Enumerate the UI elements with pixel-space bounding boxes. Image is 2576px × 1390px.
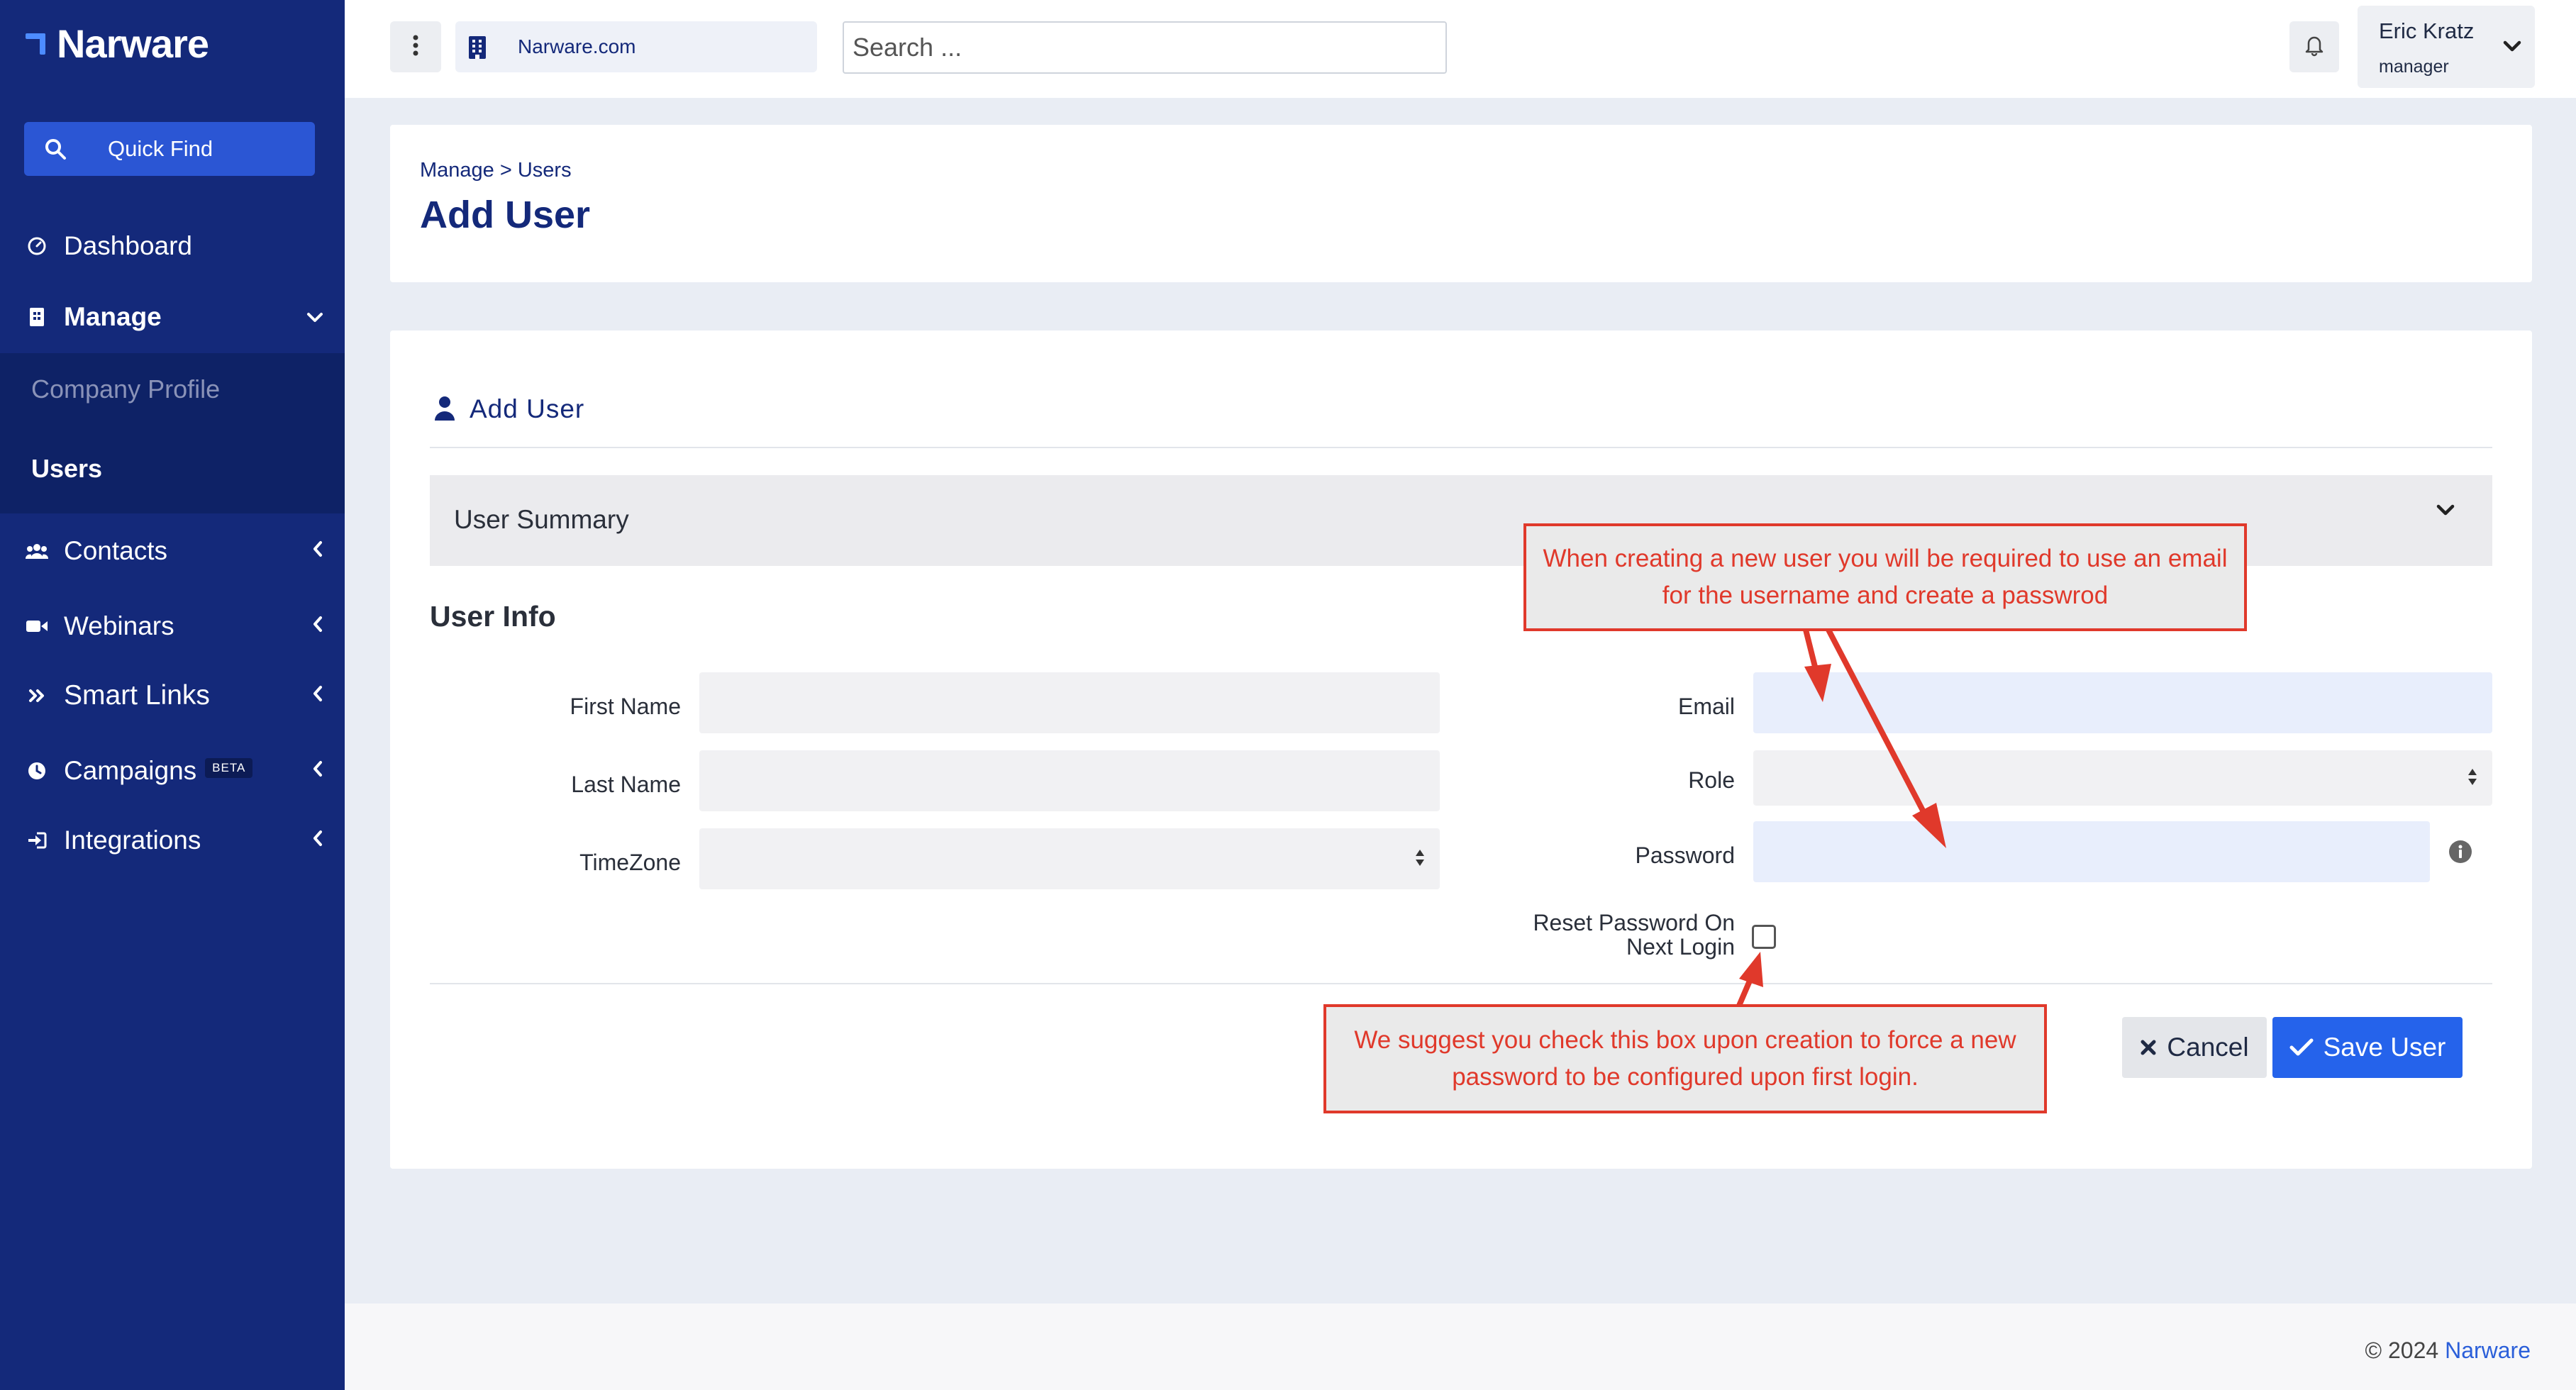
- role-select[interactable]: [1753, 750, 2492, 806]
- sidebar-item-campaigns[interactable]: Campaigns BETA: [0, 739, 345, 803]
- first-name-label: First Name: [570, 694, 681, 719]
- password-label: Password: [1635, 843, 1736, 868]
- quick-find-label: Quick Find: [108, 136, 213, 161]
- building-icon: [468, 35, 487, 63]
- sidebar-item-label: Dashboard: [64, 231, 193, 260]
- breadcrumb[interactable]: Manage > Users: [420, 159, 572, 182]
- page-header-card: Manage > Users Add User: [390, 125, 2532, 282]
- sidebar-item-label: Campaigns: [64, 756, 197, 785]
- divider: [430, 447, 2492, 448]
- timezone-label: TimeZone: [579, 850, 681, 875]
- email-field[interactable]: [1753, 672, 2492, 733]
- chevron-left-icon: [312, 539, 323, 563]
- search-input[interactable]: [843, 21, 1447, 74]
- dashboard-gauge-icon: [26, 235, 48, 257]
- user-name: Eric Kratz: [2379, 18, 2475, 43]
- email-label: Email: [1677, 694, 1735, 719]
- user-summary-label: User Summary: [454, 505, 629, 534]
- search-icon: [44, 138, 67, 166]
- role-label: Role: [1688, 767, 1735, 793]
- section-title: User Info: [430, 600, 556, 633]
- footer: © 2024 Narware: [345, 1303, 2576, 1390]
- reset-password-label: Reset Password On Next Login: [1533, 910, 1735, 960]
- logo[interactable]: Narware: [26, 18, 209, 68]
- annotation-callout-email: When creating a new user you will be req…: [1523, 523, 2247, 631]
- sidebar-item-label: Webinars: [64, 611, 174, 640]
- video-camera-icon: [26, 615, 48, 638]
- sidebar-item-contacts[interactable]: Contacts: [0, 519, 345, 583]
- sidebar-item-label: Smart Links: [64, 680, 210, 711]
- sidebar-item-label-wrap: Campaigns BETA: [64, 756, 253, 786]
- user-icon: [434, 396, 455, 428]
- chevron-left-icon: [312, 828, 323, 852]
- sidebar-item-company-profile[interactable]: Company Profile: [31, 374, 220, 404]
- user-menu[interactable]: Eric Kratz manager: [2358, 6, 2535, 88]
- page-title: Add User: [420, 194, 591, 236]
- quick-find-button[interactable]: Quick Find: [24, 122, 315, 176]
- checkmark-icon: [2289, 1038, 2314, 1057]
- beta-badge: BETA: [205, 758, 253, 779]
- chevron-down-icon: [2502, 40, 2522, 57]
- copyright: © 2024 Narware: [2365, 1338, 2531, 1364]
- footer-brand-link[interactable]: Narware: [2445, 1338, 2531, 1363]
- info-icon[interactable]: [2448, 840, 2472, 867]
- sidebar-item-users[interactable]: Users: [31, 454, 102, 484]
- last-name-field[interactable]: [699, 750, 1440, 811]
- select-caret-icon: [1414, 850, 1426, 869]
- users-group-icon: [26, 540, 48, 562]
- logo-text: Narware: [57, 21, 209, 66]
- sidebar: Narware Quick Find Dashboard Manage Comp…: [0, 0, 345, 1390]
- annotation-callout-checkbox: We suggest you check this box upon creat…: [1323, 1004, 2047, 1113]
- chevron-left-icon: [312, 614, 323, 638]
- sidebar-item-integrations[interactable]: Integrations: [0, 808, 345, 872]
- divider: [430, 983, 2492, 984]
- first-name-field[interactable]: [699, 672, 1440, 733]
- notifications-button[interactable]: [2289, 21, 2339, 72]
- sidebar-item-webinars[interactable]: Webinars: [0, 594, 345, 658]
- bell-icon: [2304, 34, 2324, 60]
- more-options-button[interactable]: [390, 21, 441, 72]
- timezone-select[interactable]: [699, 828, 1440, 889]
- card-title: Add User: [470, 394, 585, 423]
- manage-submenu: Company Profile Users: [0, 353, 345, 513]
- chevron-down-icon: [2436, 504, 2455, 521]
- topbar: Narware.com Eric Kratz manager: [345, 0, 2576, 98]
- sidebar-item-label: Integrations: [64, 825, 201, 855]
- user-role: manager: [2379, 57, 2449, 77]
- chevron-down-icon: [306, 305, 323, 329]
- save-user-button[interactable]: Save User: [2272, 1017, 2463, 1078]
- chevron-left-icon: [312, 684, 323, 708]
- kebab-icon: [412, 35, 419, 60]
- sidebar-item-label: Contacts: [64, 536, 168, 565]
- logo-mark-icon: [26, 29, 51, 57]
- password-field[interactable]: [1753, 821, 2430, 882]
- clock-icon: [26, 760, 48, 782]
- sidebar-item-label: Manage: [64, 302, 162, 331]
- building-icon: [26, 306, 48, 328]
- domain-selector[interactable]: Narware.com: [455, 21, 817, 72]
- cancel-button[interactable]: Cancel: [2122, 1017, 2267, 1078]
- select-caret-icon: [2467, 769, 2478, 789]
- sidebar-item-dashboard[interactable]: Dashboard: [0, 214, 345, 278]
- sign-in-icon: [26, 829, 48, 852]
- copyright-text: © 2024: [2365, 1338, 2439, 1363]
- double-chevron-right-icon: [26, 684, 48, 707]
- reset-password-checkbox[interactable]: [1752, 925, 1776, 949]
- sidebar-item-smart-links[interactable]: Smart Links: [0, 664, 345, 728]
- domain-label: Narware.com: [518, 35, 636, 57]
- sidebar-item-manage[interactable]: Manage: [0, 285, 345, 349]
- save-label: Save User: [2323, 1033, 2446, 1062]
- close-icon: [2140, 1039, 2157, 1056]
- last-name-label: Last Name: [571, 772, 681, 797]
- chevron-left-icon: [312, 759, 323, 783]
- cancel-label: Cancel: [2167, 1033, 2249, 1062]
